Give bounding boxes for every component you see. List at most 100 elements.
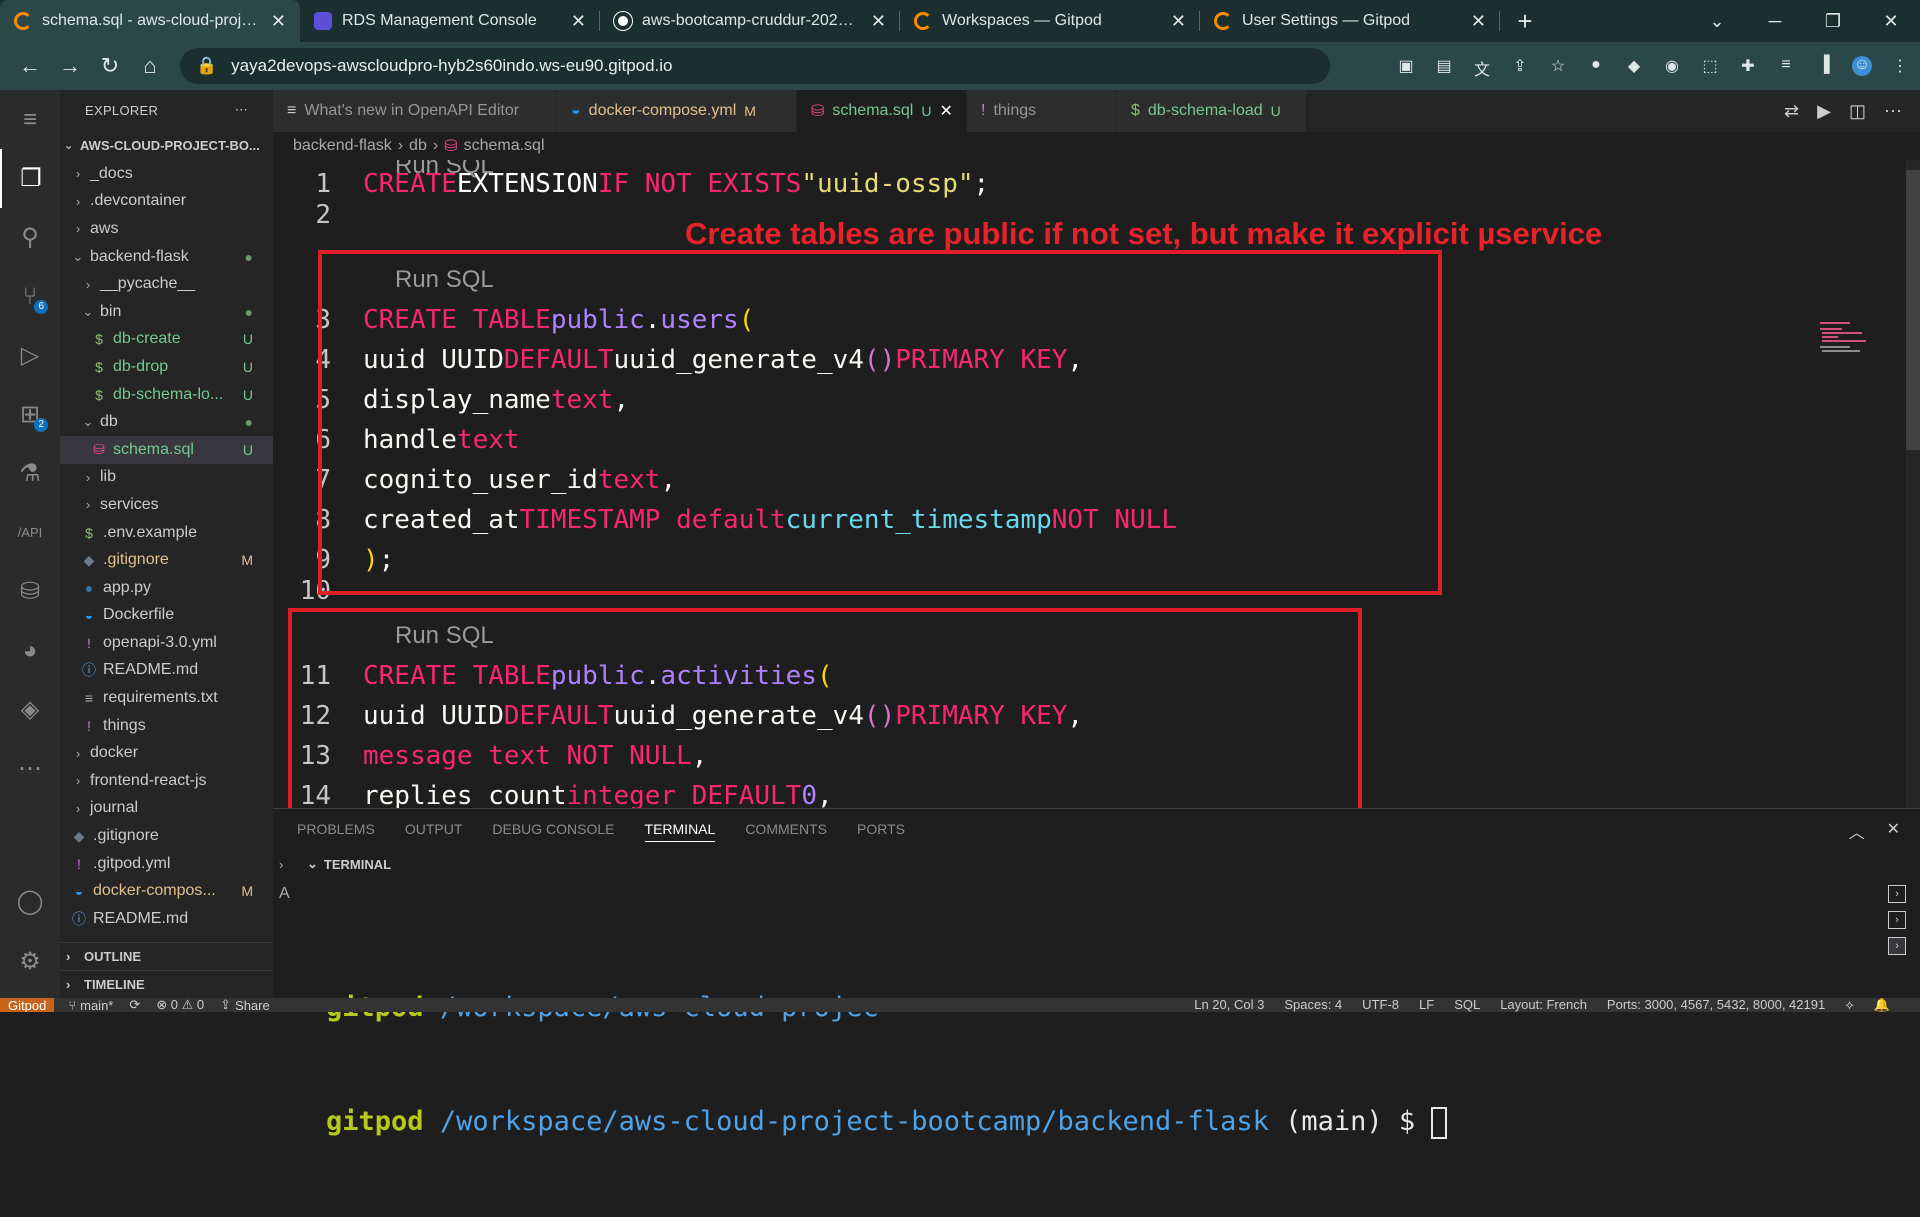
terminal-output[interactable]: gitpod /workspace/aws-cloud-projec gitpo… (326, 913, 1448, 1217)
tab-search-icon[interactable]: ⌄ (1688, 0, 1746, 42)
browser-menu-icon[interactable]: ⋮ (1890, 56, 1910, 76)
encoding[interactable]: UTF-8 (1362, 998, 1399, 1012)
menu-icon[interactable]: ≡ (0, 90, 60, 149)
url-omnibox[interactable]: 🔒 yaya2devops-awscloudpro-hyb2s60indo.ws… (180, 48, 1330, 84)
breadcrumb-item[interactable]: schema.sql (464, 137, 545, 155)
editor-tab[interactable]: ◒ docker-compose.yml M (557, 90, 797, 132)
tree-folder[interactable]: › services (60, 491, 273, 519)
home-button[interactable]: ⌂ (130, 53, 170, 79)
forward-button[interactable]: → (50, 53, 90, 79)
tree-file[interactable]: ≡ requirements.txt (60, 684, 273, 712)
indentation[interactable]: Spaces: 4 (1284, 998, 1342, 1012)
panel-tab-terminal[interactable]: TERMINAL (644, 821, 716, 842)
tree-folder[interactable]: ⌄ db ● (60, 408, 273, 436)
notifications-bell-icon[interactable]: 🔔 (1874, 998, 1890, 1012)
new-tab-button[interactable]: + (1500, 0, 1550, 42)
extensions-puzzle-icon[interactable]: ✚ (1738, 56, 1758, 76)
sync-icon[interactable]: ⟳ (129, 998, 140, 1012)
settings-gear-icon[interactable]: ⚙ (0, 932, 60, 991)
tree-folder[interactable]: ⌄ bin ● (60, 298, 273, 326)
tree-file[interactable]: ⓘ README.md (60, 905, 273, 933)
reload-button[interactable]: ↻ (90, 53, 130, 79)
browser-tab[interactable]: Workspaces — Gitpod ✕ (900, 0, 1200, 42)
source-control-icon[interactable]: ⑂ 6 (0, 267, 60, 326)
browser-tab[interactable]: schema.sql - aws-cloud-project-b ✕ (0, 0, 300, 42)
tree-folder[interactable]: › _docs (60, 160, 273, 188)
tree-file[interactable]: $ .env.example (60, 519, 273, 547)
tree-file[interactable]: ◆ .gitignore (60, 822, 273, 850)
minimap[interactable] (1818, 320, 1878, 360)
tree-file[interactable]: ● app.py (60, 574, 273, 602)
testing-icon[interactable]: ⚗ (0, 444, 60, 503)
back-button[interactable]: ← (10, 53, 50, 79)
camera-blocked-icon[interactable]: ▣ (1396, 56, 1416, 76)
project-root[interactable]: ⌄ AWS-CLOUD-PROJECT-BO... (60, 130, 273, 160)
close-panel-icon[interactable]: ✕ (1887, 819, 1900, 843)
problems-status[interactable]: ⊗ 0 ⚠ 0 (156, 998, 204, 1012)
gitpod-status[interactable]: Gitpod (0, 998, 55, 1012)
browser-tab[interactable]: User Settings — Gitpod ✕ (1200, 0, 1500, 42)
compare-icon[interactable]: ⇄ (1784, 101, 1799, 122)
panel-tab-debug-console[interactable]: DEBUG CONSOLE (492, 821, 614, 842)
explorer-icon[interactable]: ❐ (0, 149, 60, 208)
tree-folder[interactable]: › docker (60, 739, 273, 767)
breadcrumb-item[interactable]: backend-flask (293, 137, 392, 155)
editor-tab[interactable]: $ db-schema-load U (1117, 90, 1307, 132)
panel-tab-comments[interactable]: COMMENTS (745, 821, 827, 842)
tree-folder[interactable]: › aws (60, 215, 273, 243)
tree-file[interactable]: $ db-create U (60, 326, 273, 354)
restore-button[interactable]: ❐ (1804, 0, 1862, 42)
close-tab-icon[interactable]: ✕ (271, 11, 286, 32)
panel-tab-output[interactable]: OUTPUT (405, 821, 463, 842)
tree-file[interactable]: ⛁ schema.sql U (60, 435, 273, 464)
profile-avatar[interactable]: ☺ (1852, 56, 1872, 76)
browser-tab[interactable]: RDS Management Console ✕ (300, 0, 600, 42)
share-icon[interactable]: ⇪ (1510, 56, 1530, 76)
editor-scrollbar-thumb[interactable] (1906, 170, 1920, 450)
tree-folder[interactable]: › frontend-react-js (60, 767, 273, 795)
panel-tab-problems[interactable]: PROBLEMS (297, 821, 375, 842)
run-icon[interactable]: ▶ (1817, 101, 1831, 122)
tree-folder[interactable]: ⌄ backend-flask ● (60, 243, 273, 271)
browser-tab[interactable]: aws-bootcamp-cruddur-2023/we ✕ (600, 0, 900, 42)
bookmark-star-icon[interactable]: ☆ (1548, 56, 1568, 76)
editor-tab[interactable]: ⛁ schema.sql U ✕ (797, 90, 967, 132)
tree-folder[interactable]: › .devcontainer (60, 188, 273, 216)
terminal-instance-icon[interactable]: › (1888, 885, 1906, 903)
run-debug-icon[interactable]: ▷ (0, 326, 60, 385)
close-tab-icon[interactable]: ✕ (1471, 11, 1486, 32)
tree-file[interactable]: $ db-schema-lo... U (60, 381, 273, 409)
keyboard-layout[interactable]: Layout: French (1500, 998, 1587, 1012)
layers-icon[interactable]: ◈ (0, 680, 60, 739)
close-tab-icon[interactable]: ✕ (1171, 11, 1186, 32)
split-editor-icon[interactable]: ◫ (1849, 101, 1866, 122)
tree-file[interactable]: ◒ Dockerfile (60, 602, 273, 630)
breadcrumb-item[interactable]: db (409, 137, 427, 155)
share-status[interactable]: Share (235, 998, 270, 1012)
close-window-button[interactable]: ✕ (1862, 0, 1920, 42)
tree-file[interactable]: ! .gitpod.yml (60, 850, 273, 878)
tree-folder[interactable]: › lib (60, 464, 273, 492)
explorer-more-icon[interactable]: ⋯ (235, 102, 248, 118)
extensions-icon[interactable]: ⊞ 2 (0, 385, 60, 444)
extension-2-icon[interactable]: ◆ (1624, 56, 1644, 76)
side-panel-icon[interactable]: ▐ (1814, 56, 1834, 76)
openapi-icon[interactable]: /API (0, 503, 60, 562)
search-icon[interactable]: ⚲ (0, 208, 60, 267)
github-icon[interactable]: ◕ (0, 621, 60, 680)
extension-1-icon[interactable]: ● (1586, 56, 1606, 76)
tree-file[interactable]: $ db-drop U (60, 353, 273, 381)
minimize-button[interactable]: ─ (1746, 0, 1804, 42)
close-tab-icon[interactable]: ✕ (571, 11, 586, 32)
extension-3-icon[interactable]: ◉ (1662, 56, 1682, 76)
tree-file[interactable]: ! things (60, 712, 273, 740)
screenshot-icon[interactable]: ⬚ (1700, 56, 1720, 76)
outline-section[interactable]: › OUTLINE (60, 942, 273, 970)
editor-tab[interactable]: ! things (967, 90, 1117, 132)
broadcast-icon[interactable]: ⟡ (1845, 998, 1854, 1012)
timeline-section[interactable]: › TIMELINE (60, 970, 273, 998)
more-icon[interactable]: ⋯ (0, 739, 60, 798)
cursor-position[interactable]: Ln 20, Col 3 (1194, 998, 1264, 1012)
tree-folder[interactable]: › __pycache__ (60, 270, 273, 298)
tree-file[interactable]: ◆ .gitignore M (60, 546, 273, 574)
